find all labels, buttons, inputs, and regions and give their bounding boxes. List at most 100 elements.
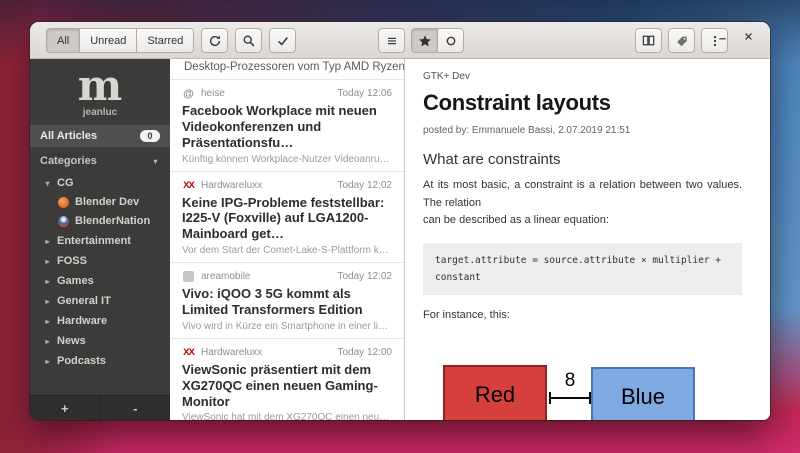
item-source: Hardwareluxx — [201, 346, 263, 358]
filter-unread-button[interactable]: Unread — [79, 28, 138, 53]
unread-circle-icon — [444, 34, 458, 48]
item-time: Today 12:00 — [337, 346, 393, 358]
list-item[interactable]: areamobile Today 12:02 Vivo: iQOO 3 5G k… — [170, 263, 404, 339]
item-header: @ heise Today 12:06 — [182, 87, 392, 100]
add-feed-button[interactable]: + — [30, 396, 100, 420]
expander-closed-icon[interactable]: ▸ — [43, 237, 52, 246]
section-heading: What are constraints — [423, 151, 561, 168]
minimize-button[interactable] — [717, 32, 728, 43]
all-articles-label: All Articles — [40, 130, 98, 142]
article-title: Constraint layouts — [423, 90, 611, 115]
sidebar-item-entertainment[interactable]: ▸ Entertainment — [30, 231, 170, 251]
reader-view-button[interactable] — [635, 28, 662, 53]
tag-icon — [675, 34, 689, 48]
list-item[interactable]: @ heise Today 12:06 Facebook Workplace m… — [170, 80, 404, 172]
sidebar-item-general-it[interactable]: ▸ General IT — [30, 291, 170, 311]
username-label: jeanluc — [82, 107, 118, 118]
category-label: CG — [57, 177, 74, 189]
sidebar-item-blendernation[interactable]: BlenderNation — [30, 212, 170, 231]
blender-icon — [58, 196, 69, 208]
sidebar-item-news[interactable]: ▸ News — [30, 331, 170, 351]
article-paragraph: For instance, this: — [423, 308, 510, 321]
category-label: Podcasts — [57, 355, 106, 367]
code-block: target.attribute = source.attribute × mu… — [423, 242, 742, 295]
expander-closed-icon[interactable]: ▸ — [43, 297, 52, 306]
expander-closed-icon[interactable]: ▸ — [43, 277, 52, 286]
star-read-button-group — [411, 28, 464, 53]
diagram-connector-line — [549, 391, 591, 404]
item-time: Today 12:02 — [337, 179, 393, 191]
constraint-diagram: Red 8 Blue — [423, 343, 742, 420]
sidebar-item-games[interactable]: ▸ Games — [30, 271, 170, 291]
window-controls — [717, 32, 754, 43]
category-label: News — [57, 335, 86, 347]
categories-label: Categories — [40, 155, 97, 167]
remove-feed-button[interactable]: - — [99, 396, 171, 420]
toolbar-left-cluster: All Unread Starred — [46, 28, 297, 53]
close-button[interactable] — [743, 32, 754, 43]
expander-closed-icon[interactable]: ▸ — [43, 317, 52, 326]
sidebar-action-bar: + - — [30, 395, 170, 420]
sidebar-item-blender-dev[interactable]: Blender Dev — [30, 193, 170, 212]
list-menu-button[interactable] — [378, 28, 405, 53]
category-label: Games — [57, 275, 94, 287]
toolbar-right-cluster — [635, 28, 728, 53]
category-label: FOSS — [57, 255, 87, 267]
expander-closed-icon[interactable]: ▸ — [43, 337, 52, 346]
close-icon — [743, 29, 754, 47]
unread-count-badge: 0 — [140, 130, 160, 142]
article-state-cluster — [411, 28, 464, 53]
diagram-distance-label: 8 — [564, 369, 576, 391]
search-button[interactable] — [235, 28, 263, 53]
article-byline: posted by: Emmanuele Bassi, 2.07.2019 21… — [423, 125, 631, 136]
desktop-wallpaper: All Unread Starred m jeanluc All Article… — [0, 0, 800, 453]
category-label: Entertainment — [57, 235, 131, 247]
article-reader: GTK+ Dev Constraint layouts posted by: E… — [405, 59, 770, 420]
list-item-partial[interactable]: Desktop-Prozessoren vom Typ AMD Ryzen 40… — [170, 59, 404, 80]
item-source: Hardwareluxx — [201, 179, 263, 191]
item-title: Facebook Workplace mit neuen Videokonfer… — [182, 103, 377, 150]
category-label: General IT — [57, 295, 111, 307]
item-summary: Vivo wird in Kürze ein Smartphone in ein… — [182, 320, 392, 332]
blendernation-icon — [58, 215, 69, 227]
star-article-button[interactable] — [411, 28, 438, 53]
article-list: Desktop-Prozessoren vom Typ AMD Ryzen 40… — [170, 59, 405, 420]
sidebar-item-podcasts[interactable]: ▸ Podcasts — [30, 351, 170, 371]
item-header: XX Hardwareluxx Today 12:00 — [182, 346, 392, 359]
toolbar-menu-cluster — [378, 28, 405, 53]
list-item[interactable]: XX Hardwareluxx Today 12:02 Keine IPG-Pr… — [170, 172, 404, 264]
minimize-icon — [717, 29, 728, 47]
item-header: areamobile Today 12:02 — [182, 270, 392, 283]
mark-unread-button[interactable] — [437, 28, 464, 53]
item-time: Today 12:02 — [337, 271, 393, 283]
refresh-button[interactable] — [201, 28, 229, 53]
sidebar-item-cg[interactable]: ▾ CG — [30, 173, 170, 193]
book-icon — [641, 33, 656, 48]
item-summary: ViewSonic hat mit dem XG270QC einen neue… — [182, 412, 392, 420]
article-paragraph: At its most basic, a constraint is a rel… — [423, 179, 742, 209]
feedreader-window: All Unread Starred m jeanluc All Article… — [30, 22, 770, 420]
filter-starred-button[interactable]: Starred — [136, 28, 195, 53]
main-content: m jeanluc All Articles 0 Categories ▾ ▾ … — [30, 59, 770, 420]
filter-all-button[interactable]: All — [46, 28, 81, 53]
diagram-blue-box: Blue — [591, 366, 695, 420]
item-time: Today 12:06 — [337, 88, 393, 99]
sidebar: m jeanluc All Articles 0 Categories ▾ ▾ … — [30, 59, 170, 420]
expander-closed-icon[interactable]: ▸ — [43, 257, 52, 266]
search-icon — [242, 34, 256, 48]
expander-closed-icon[interactable]: ▸ — [43, 357, 52, 366]
tag-button[interactable] — [668, 28, 695, 53]
mark-read-button[interactable] — [269, 28, 297, 53]
expander-open-icon[interactable]: ▾ — [43, 179, 52, 188]
header-bar: All Unread Starred — [30, 22, 770, 59]
categories-header[interactable]: Categories ▾ — [30, 147, 170, 173]
sidebar-item-hardware[interactable]: ▸ Hardware — [30, 311, 170, 331]
sidebar-item-foss[interactable]: ▸ FOSS — [30, 251, 170, 271]
list-item[interactable]: XX Hardwareluxx Today 12:00 ViewSonic pr… — [170, 339, 404, 420]
sidebar-item-all-articles[interactable]: All Articles 0 — [30, 125, 170, 147]
article-paragraph: can be described as a linear equation: — [423, 214, 609, 227]
item-source: heise — [201, 88, 225, 99]
hardwareluxx-icon: XX — [183, 346, 195, 358]
hardwareluxx-icon: XX — [183, 179, 195, 191]
item-source: areamobile — [201, 271, 251, 283]
